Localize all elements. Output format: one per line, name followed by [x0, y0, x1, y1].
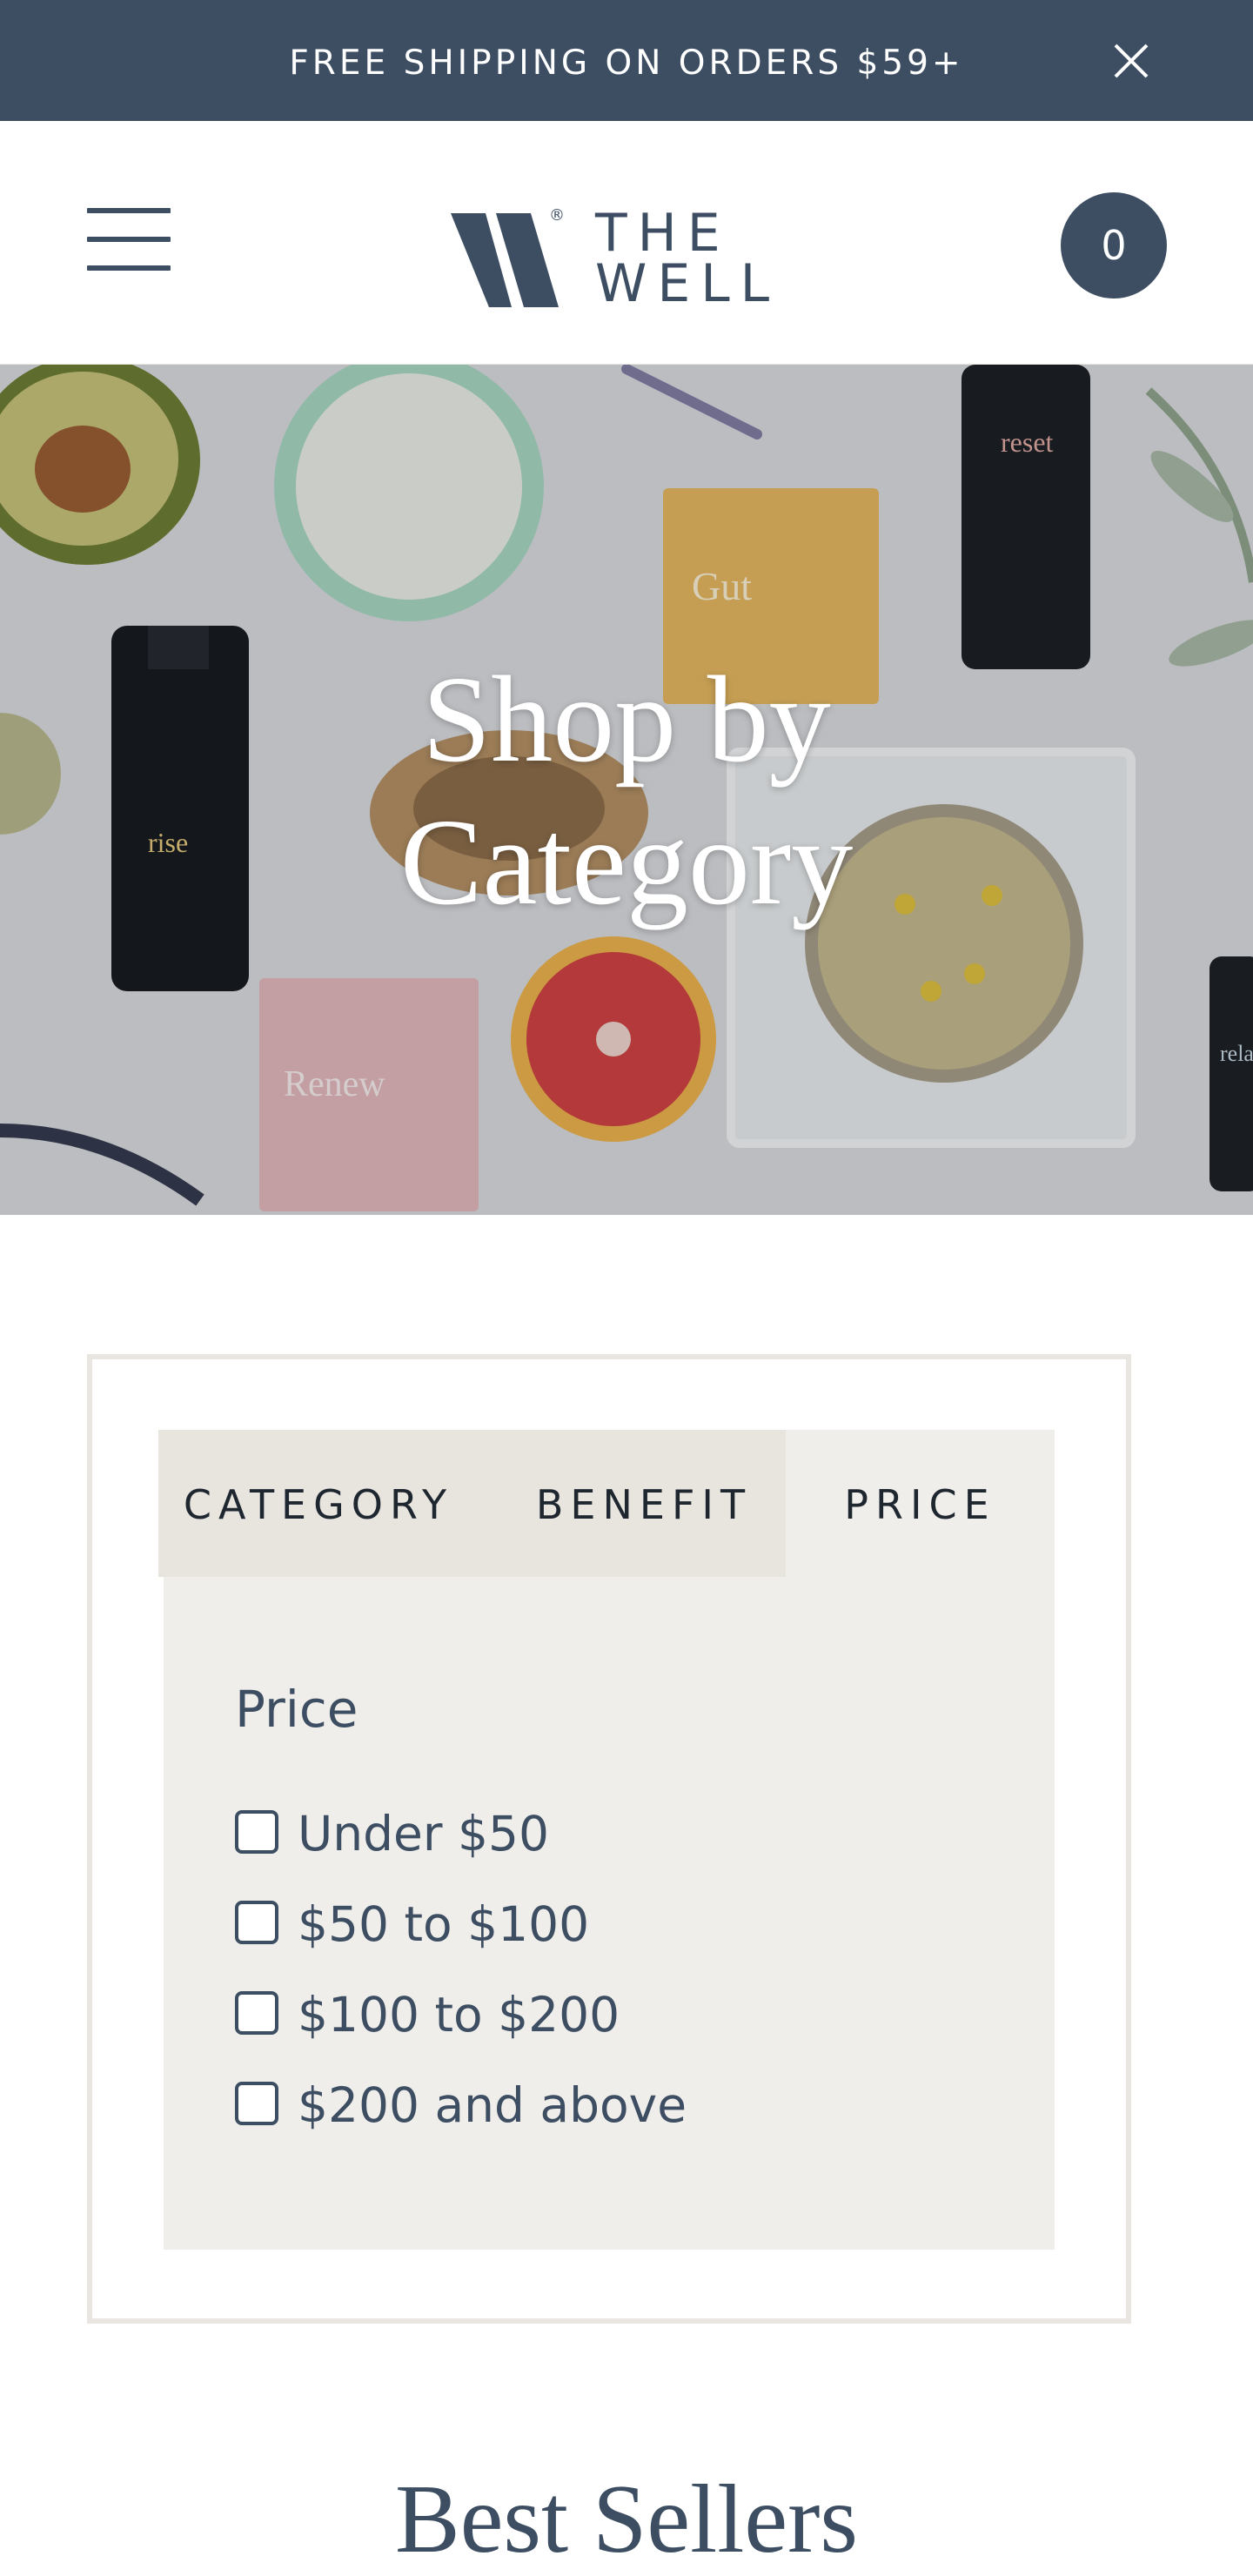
- option-label: Under $50: [298, 1806, 549, 1862]
- price-filter-panel: Price Under $50 $50 to $100 $100 to $200…: [164, 1577, 1055, 2250]
- checkbox[interactable]: [235, 2082, 278, 2125]
- announcement-text: FREE SHIPPING ON ORDERS $59+: [289, 44, 964, 83]
- best-sellers-heading: Best Sellers: [395, 2465, 858, 2573]
- cart-button[interactable]: 0: [1061, 192, 1167, 299]
- hero-title: Shop by Category: [399, 650, 854, 930]
- tab-category[interactable]: CATEGORY: [171, 1430, 466, 1577]
- option-label: $200 and above: [298, 2077, 687, 2133]
- tab-benefit[interactable]: BENEFIT: [522, 1430, 766, 1577]
- close-icon[interactable]: [1112, 42, 1150, 80]
- announcement-bar: FREE SHIPPING ON ORDERS $59+: [0, 0, 1253, 121]
- checkbox[interactable]: [235, 1901, 278, 1944]
- checkbox[interactable]: [235, 1810, 278, 1854]
- logo-w-icon: [451, 213, 559, 307]
- logo[interactable]: ® THE WELL: [451, 203, 781, 314]
- logo-text: THE WELL: [595, 203, 781, 314]
- hero-banner: Gut reset rise Renew rel: [0, 365, 1253, 1215]
- option-label: $50 to $100: [298, 1896, 590, 1952]
- logo-line-2: WELL: [595, 253, 781, 314]
- site-header: ® THE WELL 0: [0, 121, 1253, 365]
- logo-registered-mark: ®: [549, 206, 565, 225]
- panel-title: Price: [235, 1680, 358, 1739]
- filter-tabs: CATEGORY BENEFIT PRICE: [158, 1430, 1055, 1577]
- checkbox[interactable]: [235, 1991, 278, 2035]
- logo-line-1: THE: [595, 203, 731, 264]
- tab-price[interactable]: PRICE: [786, 1430, 1055, 1577]
- hamburger-menu-icon[interactable]: [87, 208, 171, 271]
- option-label: $100 to $200: [298, 1987, 620, 2043]
